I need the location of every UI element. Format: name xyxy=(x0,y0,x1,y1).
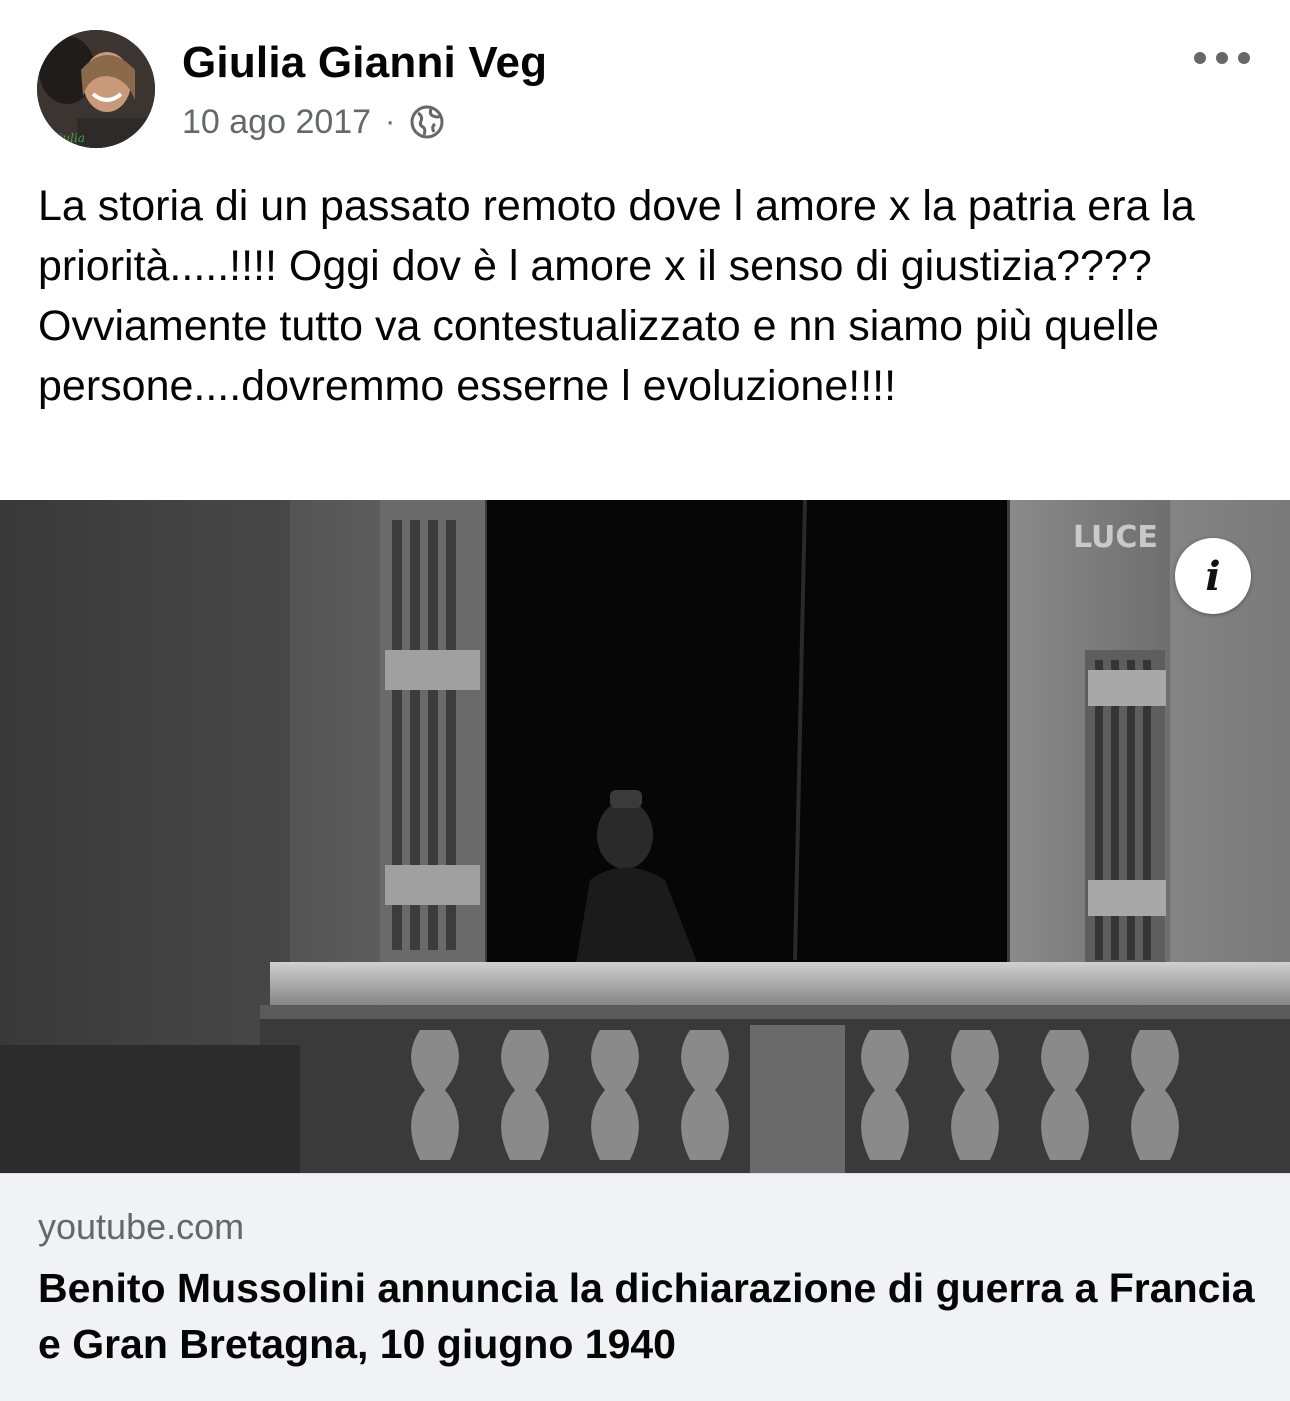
more-dot xyxy=(1216,52,1228,64)
link-domain: youtube.com xyxy=(38,1206,245,1247)
link-footer[interactable]: youtube.com Benito Mussolini annuncia la… xyxy=(0,1173,1290,1401)
info-label: i xyxy=(1205,552,1221,600)
post-meta: 10 ago 2017 · xyxy=(182,100,445,144)
more-dot xyxy=(1194,52,1206,64)
link-preview-card[interactable]: LUCE i youtube.com Benito Mussolini annu… xyxy=(0,500,1290,1401)
post-date[interactable]: 10 ago 2017 xyxy=(182,103,371,142)
balcony-photo: LUCE xyxy=(0,500,1290,1173)
svg-text:Giulia: Giulia xyxy=(49,131,85,145)
avatar-photo: Giulia xyxy=(37,30,155,148)
info-icon[interactable]: i xyxy=(1175,538,1251,614)
author-avatar[interactable]: Giulia xyxy=(37,30,155,148)
meta-separator: · xyxy=(385,105,396,138)
preview-image[interactable]: LUCE i xyxy=(0,500,1290,1173)
globe-icon[interactable] xyxy=(409,104,445,140)
luce-watermark: LUCE xyxy=(1073,520,1158,555)
more-options-icon[interactable] xyxy=(1194,40,1250,76)
post-text: La storia di un passato remoto dove l am… xyxy=(38,182,1195,410)
author-name[interactable]: Giulia Gianni Veg xyxy=(182,38,547,88)
link-title: Benito Mussolini annuncia la dichiarazio… xyxy=(38,1265,1255,1367)
facebook-post: Giulia Giulia Gianni Veg 10 ago 2017 · L… xyxy=(0,0,1290,1401)
more-dot xyxy=(1238,52,1250,64)
